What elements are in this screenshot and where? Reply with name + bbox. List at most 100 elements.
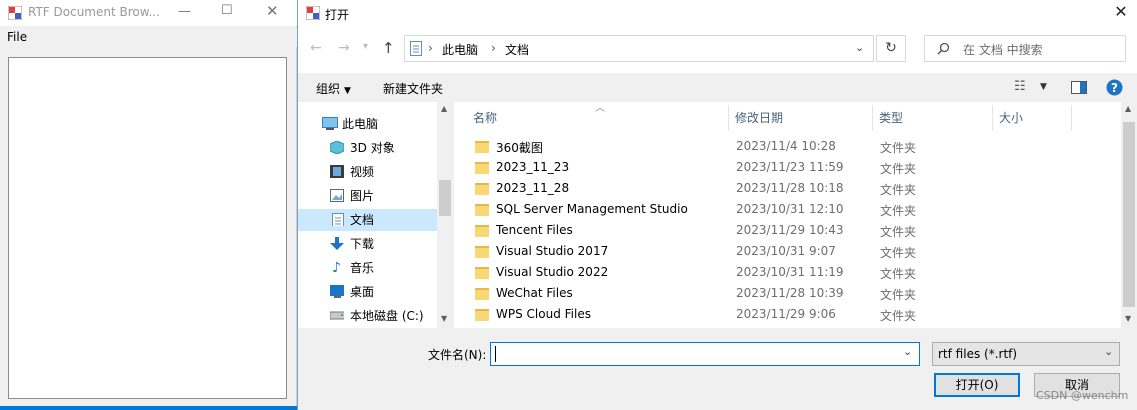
column-separator[interactable] (1071, 105, 1072, 131)
minimize-icon[interactable]: — (178, 4, 191, 19)
folder-icon (475, 225, 489, 237)
scroll-down-icon[interactable]: ▼ (441, 314, 447, 323)
maximize-icon[interactable]: ☐ (221, 3, 233, 18)
folder-icon (475, 309, 489, 321)
background-window-title: RTF Document Brow... (28, 5, 160, 19)
view-options-icon[interactable]: ☷ (1014, 79, 1026, 94)
nav-item-downloads[interactable]: 下载 (298, 233, 438, 255)
help-icon[interactable]: ? (1106, 79, 1123, 96)
picture-icon (330, 189, 344, 202)
new-folder-button[interactable]: 新建文件夹 (383, 80, 443, 97)
breadcrumb-separator-icon: › (491, 41, 496, 55)
search-icon (937, 42, 950, 55)
nav-item-local-disk[interactable]: 本地磁盘 (C:) (298, 305, 438, 327)
column-header-size[interactable]: 大小 (999, 109, 1023, 126)
breadcrumb-documents[interactable]: 文档 (505, 41, 529, 58)
desktop-icon (330, 285, 344, 298)
film-icon (330, 165, 344, 178)
forward-arrow-icon[interactable]: → (338, 40, 350, 56)
navigation-pane: 此电脑 3D 对象 视频 图片 文档 下载 ♪ 音乐 桌面 本地磁盘 (C:) (298, 102, 453, 328)
folder-icon (475, 288, 489, 300)
organize-button[interactable]: 组织 ▼ (316, 80, 351, 97)
scroll-down-icon[interactable]: ▼ (1125, 314, 1131, 323)
table-row[interactable]: WPS Cloud Files 2023/11/29 9:06 文件夹 (475, 305, 1035, 326)
column-separator[interactable] (728, 105, 729, 131)
filename-label: 文件名(N): (428, 348, 487, 362)
up-arrow-icon[interactable]: ↑ (382, 39, 395, 57)
organize-label: 组织 (316, 82, 341, 96)
column-header-name[interactable]: 名称 (473, 109, 497, 126)
watermark: CSDN @wenchm (1036, 389, 1129, 402)
open-button[interactable]: 打开(O) (934, 373, 1020, 397)
table-row[interactable]: 2023_11_23 2023/11/23 11:59 文件夹 (475, 158, 1035, 179)
text-cursor (495, 346, 496, 362)
taskbar-strip (0, 406, 297, 410)
nav-item-music[interactable]: ♪ 音乐 (298, 257, 438, 279)
background-title-bar: RTF Document Brow... — ☐ ✕ (0, 0, 297, 26)
preview-pane-icon[interactable] (1071, 81, 1087, 94)
scroll-up-icon[interactable]: ▲ (441, 104, 447, 113)
column-header-type[interactable]: 类型 (879, 109, 903, 126)
address-bar[interactable]: › 此电脑 › 文档 ⌄ (404, 35, 874, 62)
nav-item-this-pc[interactable]: 此电脑 (298, 113, 438, 135)
folder-icon (475, 246, 489, 258)
close-icon[interactable]: ✕ (266, 2, 279, 20)
table-row[interactable]: Visual Studio 2022 2023/10/31 11:19 文件夹 (475, 263, 1035, 284)
column-separator[interactable] (872, 105, 873, 131)
sort-ascending-icon: ︿ (595, 103, 605, 114)
background-app-window: RTF Document Brow... — ☐ ✕ File (0, 0, 297, 410)
document-icon (332, 213, 344, 226)
file-list: ︿ 名称 修改日期 类型 大小 360截图 2023/11/4 10:28 文件… (455, 102, 1121, 328)
dialog-title: 打开 (325, 8, 350, 22)
address-dropdown-chevron-icon[interactable]: ⌄ (855, 41, 864, 54)
computer-icon (322, 117, 338, 130)
back-arrow-icon[interactable]: ← (310, 40, 322, 56)
refresh-button[interactable]: ↻ (876, 35, 906, 62)
music-note-icon: ♪ (332, 260, 341, 276)
rich-text-area[interactable] (8, 57, 287, 399)
nav-item-desktop[interactable]: 桌面 (298, 281, 438, 303)
table-row[interactable]: 360截图 2023/11/4 10:28 文件夹 (475, 137, 1035, 158)
nav-item-documents[interactable]: 文档 (298, 209, 438, 231)
navigation-scrollbar[interactable]: ▲ ▼ (437, 102, 454, 328)
dialog-close-icon[interactable]: ✕ (1111, 2, 1131, 22)
scrollbar-thumb[interactable] (439, 180, 451, 216)
filename-input[interactable]: ⌄ (490, 342, 920, 366)
menu-bar (0, 27, 297, 47)
toolbar: 组织 ▼ 新建文件夹 ☷ ▼ ? (298, 73, 1137, 102)
folder-icon (475, 141, 489, 153)
table-row[interactable]: Tencent Files 2023/11/29 10:43 文件夹 (475, 221, 1035, 242)
menu-file[interactable]: File (7, 30, 27, 44)
table-row[interactable]: 2023_11_28 2023/11/28 10:18 文件夹 (475, 179, 1035, 200)
organize-dropdown-icon: ▼ (344, 86, 351, 96)
search-placeholder: 在 文档 中搜索 (963, 43, 1043, 57)
table-row[interactable]: WeChat Files 2023/11/28 10:39 文件夹 (475, 284, 1035, 305)
view-dropdown-icon[interactable]: ▼ (1040, 82, 1047, 92)
search-box[interactable]: 在 文档 中搜索 (924, 35, 1126, 62)
scrollbar-thumb[interactable] (1123, 122, 1135, 307)
table-row[interactable]: Visual Studio 2017 2023/10/31 9:07 文件夹 (475, 242, 1035, 263)
documents-location-icon (410, 41, 422, 56)
file-list-scrollbar[interactable]: ▲ ▼ (1121, 102, 1137, 328)
filename-dropdown-chevron-icon[interactable]: ⌄ (903, 345, 912, 358)
refresh-icon: ↻ (885, 40, 897, 56)
folder-icon (475, 183, 489, 195)
nav-item-videos[interactable]: 视频 (298, 161, 438, 183)
file-type-filter-value: rtf files (*.rtf) (938, 347, 1018, 361)
folder-icon (475, 162, 489, 174)
filter-dropdown-chevron-icon[interactable]: ⌄ (1104, 345, 1113, 358)
breadcrumb-this-pc[interactable]: 此电脑 (442, 41, 478, 58)
nav-item-pictures[interactable]: 图片 (298, 185, 438, 207)
scroll-up-icon[interactable]: ▲ (1125, 104, 1131, 113)
recent-locations-chevron-icon[interactable]: ▾ (363, 41, 368, 52)
folder-icon (475, 204, 489, 216)
column-separator[interactable] (992, 105, 993, 131)
file-type-filter-select[interactable]: rtf files (*.rtf) ⌄ (932, 342, 1120, 366)
nav-item-3d-objects[interactable]: 3D 对象 (298, 137, 438, 159)
table-row[interactable]: SQL Server Management Studio 2023/10/31 … (475, 200, 1035, 221)
column-header-modified[interactable]: 修改日期 (735, 109, 783, 126)
open-file-dialog: 打开 ✕ ← → ▾ ↑ › 此电脑 › 文档 ⌄ ↻ 在 文档 中搜索 组织 ▼… (297, 0, 1137, 410)
drive-icon (330, 311, 344, 320)
svg-text:?: ? (1111, 81, 1118, 95)
cube-icon (330, 141, 344, 154)
